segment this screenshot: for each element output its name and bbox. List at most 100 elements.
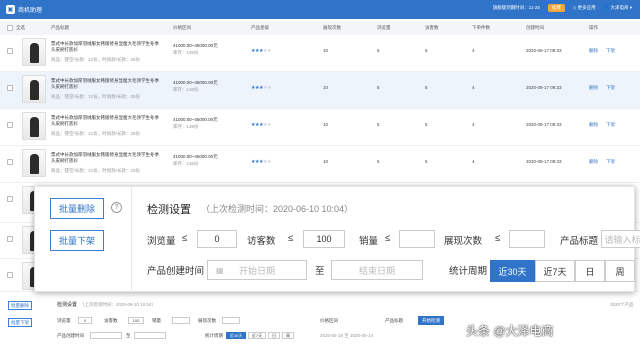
lte-symbol: ≤ bbox=[385, 233, 391, 244]
date-range-small: 2020-05-18 至 2020-06-14 bbox=[320, 333, 374, 338]
col-title: 产品标题 bbox=[51, 25, 69, 30]
row-checkbox[interactable] bbox=[7, 122, 13, 128]
offline-link[interactable]: 下架 bbox=[606, 122, 615, 128]
help-icon[interactable]: ? bbox=[111, 202, 122, 213]
watermark-text: 头条 @大泽电商 bbox=[466, 324, 554, 338]
table-row[interactable]: 票式中长款加厚羽绒服女韩版修身显瘦大毛领学生冬季头皮刷打底衫 商品：镂空/长款：2… bbox=[0, 35, 640, 72]
sales-input[interactable] bbox=[399, 230, 435, 248]
product-thumbnail[interactable] bbox=[22, 38, 46, 66]
ptitle-label-small: 产品标题 bbox=[385, 318, 403, 323]
detect-title: 检测设置 bbox=[147, 204, 191, 216]
app-logo[interactable]: ▣ 商机助理 bbox=[6, 5, 42, 14]
uv-input[interactable]: 100 bbox=[303, 230, 345, 248]
show-label-small: 展现次数 bbox=[198, 318, 216, 323]
renew-button[interactable]: 续费 bbox=[547, 4, 565, 12]
start-detect-button[interactable]: 开始检测 bbox=[418, 316, 444, 325]
table-row[interactable]: 票式中长款加厚羽绒服女韩版修身显瘦大毛领学生冬季头皮刷打底衫商品：镂空/长款：2… bbox=[0, 109, 640, 146]
lte-symbol: ≤ bbox=[288, 233, 294, 244]
batch-delete-small[interactable]: 批量删除 bbox=[8, 301, 32, 310]
row-checkbox[interactable] bbox=[7, 236, 13, 242]
delete-link[interactable]: 删除 bbox=[589, 48, 598, 54]
select-all-checkbox[interactable] bbox=[7, 25, 13, 31]
orders-value: 4 bbox=[472, 48, 475, 53]
pv-value: 5 bbox=[377, 48, 380, 53]
period-label-small: 统计周期 bbox=[205, 333, 223, 338]
product-specs: 商品：镂空/长款：21份，时尚款/长款：25份 bbox=[51, 168, 141, 173]
product-specs: 商品：镂空/长款：21份，时尚款/长款：25份 bbox=[51, 131, 141, 136]
product-title[interactable]: 票式中长款加厚羽绒服女韩版修身显瘦大毛领学生冬季头皮刷打底衫 bbox=[51, 78, 161, 90]
show-label: 展现次数 bbox=[444, 236, 483, 247]
uv-value: 5 bbox=[425, 159, 428, 164]
col-uv[interactable]: 访客数 bbox=[425, 25, 439, 31]
col-views[interactable]: 展现次数 bbox=[323, 25, 341, 31]
star-icon: ★ bbox=[266, 85, 271, 91]
period-7d-small[interactable]: 近7天 bbox=[248, 332, 266, 339]
pv-value: 5 bbox=[377, 159, 380, 164]
end-date-input[interactable]: 结束日期 bbox=[331, 260, 423, 280]
title-label: 产品标题 bbox=[560, 236, 599, 247]
product-thumbnail[interactable] bbox=[22, 112, 46, 140]
period-day-small[interactable]: 日 bbox=[268, 332, 280, 339]
table-row[interactable]: 票式中长款加厚羽绒服女韩版修身显瘦大毛领学生冬季头皮刷打底衫 商品：镂空/长款：2… bbox=[0, 72, 640, 109]
user-menu[interactable]: 👤 大泽电商 ▾ bbox=[604, 5, 632, 11]
period-30d-small[interactable]: 近30天 bbox=[226, 332, 246, 339]
row-checkbox[interactable] bbox=[7, 85, 13, 91]
header-right: 旗舰版到期时间：11-25 续费 ◇ 更多应用 👤 大泽电商 ▾ bbox=[493, 4, 632, 12]
stock: 库存：136份 bbox=[173, 124, 199, 129]
batch-delete-button[interactable]: 批量删除 bbox=[50, 198, 104, 219]
offline-link[interactable]: 下架 bbox=[606, 85, 615, 91]
pv-input-small[interactable]: 0 bbox=[78, 317, 92, 324]
views-value: 10 bbox=[323, 85, 329, 90]
title-input[interactable]: 请输入标题 bbox=[601, 230, 640, 248]
pv-input[interactable]: 0 bbox=[197, 230, 237, 248]
row-checkbox[interactable] bbox=[7, 48, 13, 54]
period-30d[interactable]: 近30天 bbox=[490, 260, 535, 282]
uv-input-small[interactable]: 100 bbox=[128, 317, 144, 324]
app-icon: ▣ bbox=[6, 5, 15, 14]
batch-offline-button[interactable]: 批量下架 bbox=[50, 230, 104, 251]
start-date-small[interactable] bbox=[90, 332, 122, 339]
product-title[interactable]: 票式中长款加厚羽绒服女韩版修身显瘦大毛领学生冬季头皮刷打底衫 bbox=[51, 41, 161, 53]
batch-offline-small[interactable]: 批量下架 bbox=[8, 318, 32, 327]
period-week[interactable]: 周 bbox=[605, 260, 635, 282]
col-date[interactable]: 创建时间 bbox=[526, 25, 544, 31]
product-title[interactable]: 票式中长款加厚羽绒服女韩版修身显瘦大毛领学生冬季头皮刷打底衫 bbox=[51, 115, 161, 127]
price-range: 41000.00~45000.00元 bbox=[173, 117, 218, 122]
row-checkbox[interactable] bbox=[7, 159, 13, 165]
col-actions: 操作 bbox=[589, 25, 598, 30]
offline-link[interactable]: 下架 bbox=[606, 159, 615, 165]
show-input-small[interactable] bbox=[222, 317, 240, 324]
delete-link[interactable]: 删除 bbox=[589, 85, 598, 91]
end-date-small[interactable] bbox=[134, 332, 166, 339]
lte-symbol: ≤ bbox=[182, 233, 188, 244]
sales-input-small[interactable] bbox=[172, 317, 190, 324]
product-count: 3520个产品 bbox=[610, 302, 634, 307]
orders-value: 4 bbox=[472, 159, 475, 164]
table-row[interactable]: 票式中长款加厚羽绒服女韩版修身显瘦大毛领学生冬季头皮刷打底衫商品：镂空/长款：2… bbox=[0, 146, 640, 183]
app-title: 商机助理 bbox=[18, 8, 43, 14]
pv-label: 浏览量 bbox=[147, 236, 176, 247]
product-thumbnail[interactable] bbox=[22, 75, 46, 103]
period-week-small[interactable]: 周 bbox=[282, 332, 294, 339]
row-checkbox[interactable] bbox=[7, 272, 13, 278]
row-checkbox[interactable] bbox=[7, 196, 13, 202]
star-rating: ★★★★★ bbox=[251, 122, 271, 128]
delete-link[interactable]: 删除 bbox=[589, 122, 598, 128]
more-apps-menu[interactable]: ◇ 更多应用 bbox=[573, 5, 596, 11]
star-rating: ★★★★★ bbox=[251, 85, 271, 91]
lte-symbol: ≤ bbox=[495, 233, 501, 244]
price-range: 41000.00~45000.00元 bbox=[173, 80, 218, 85]
col-pv[interactable]: 浏览量 bbox=[377, 25, 391, 31]
product-title[interactable]: 票式中长款加厚羽绒服女韩版修身显瘦大毛领学生冬季头皮刷打底衫 bbox=[51, 152, 161, 164]
sales-label-small: 销量 bbox=[152, 318, 161, 323]
start-date-input[interactable]: ▦ 开始日期 bbox=[207, 260, 307, 280]
period-7d[interactable]: 近7天 bbox=[535, 260, 575, 282]
col-orders[interactable]: 下单件数 bbox=[472, 25, 490, 31]
period-day[interactable]: 日 bbox=[575, 260, 605, 282]
orders-value: 4 bbox=[472, 122, 475, 127]
offline-link[interactable]: 下架 bbox=[606, 48, 615, 54]
show-input[interactable] bbox=[509, 230, 545, 248]
product-thumbnail[interactable] bbox=[22, 149, 46, 177]
uv-label-small: 访客数 bbox=[104, 318, 118, 323]
delete-link[interactable]: 删除 bbox=[589, 159, 598, 165]
